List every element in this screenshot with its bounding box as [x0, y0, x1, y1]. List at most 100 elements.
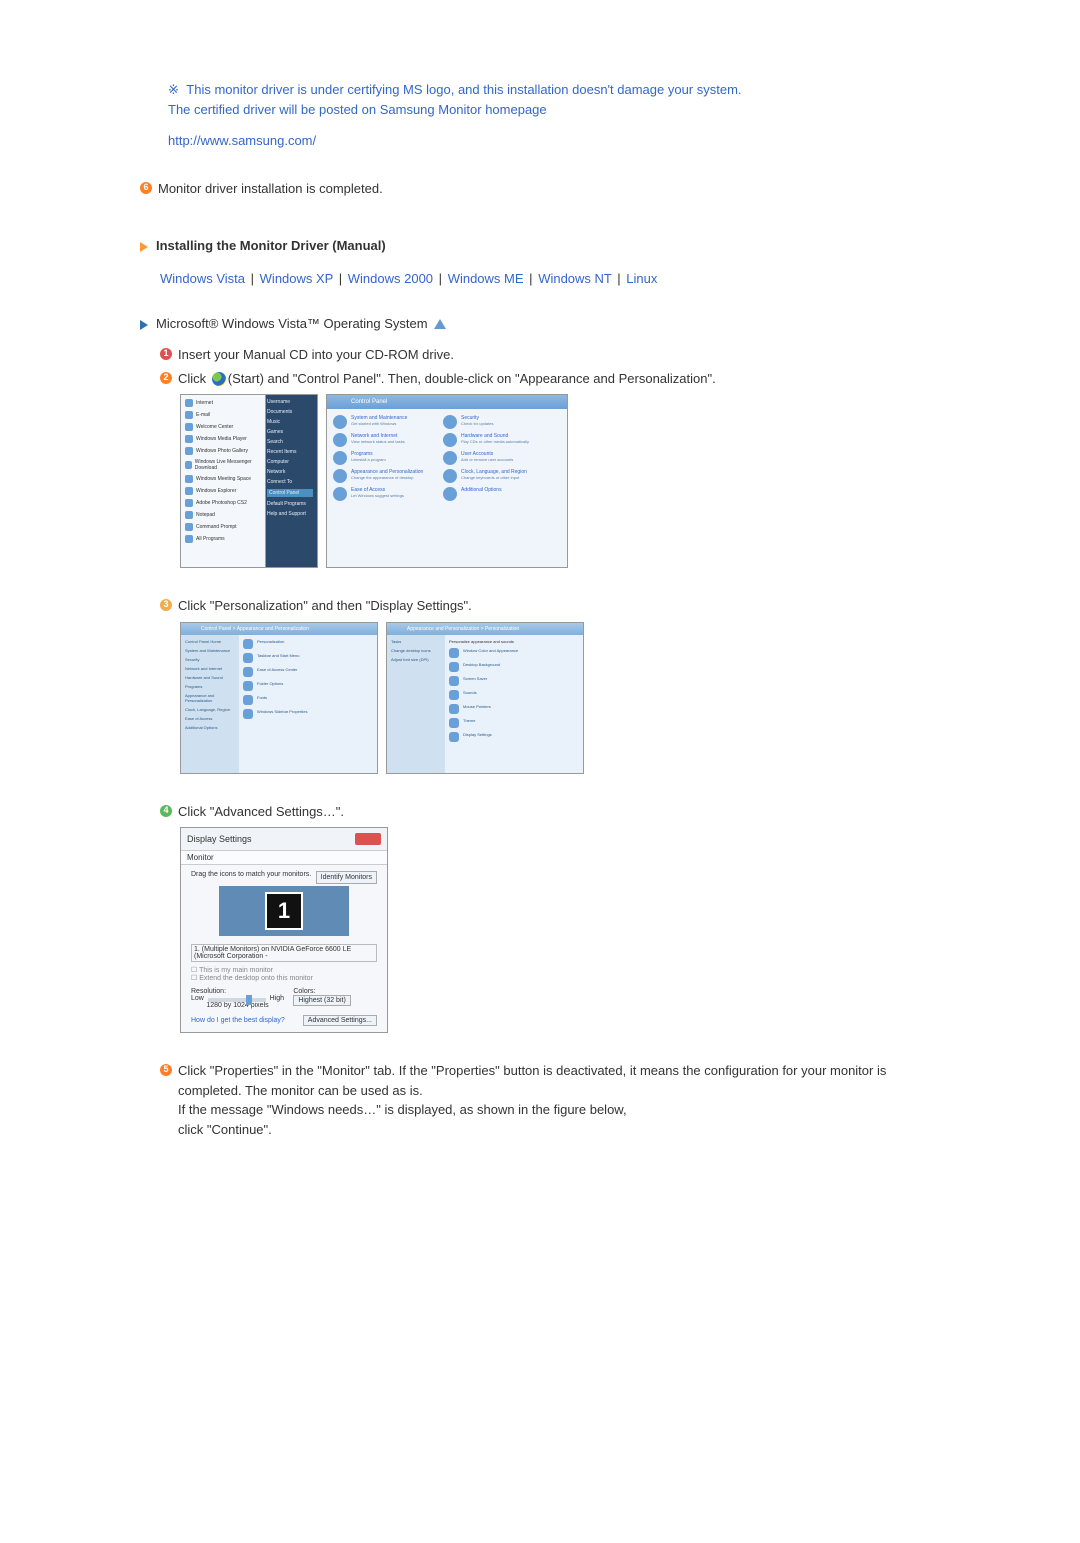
pz1-right-item: Windows Sidebar Properties: [243, 709, 373, 719]
advanced-settings-button: Advanced Settings...: [303, 1015, 377, 1026]
cancel-button: Cancel: [312, 1032, 344, 1033]
start-menu-item: Windows Live Messenger Download: [185, 459, 263, 471]
control-panel-item: Clock, Language, and RegionChange keyboa…: [443, 469, 543, 483]
note-line-2: The certified driver will be posted on S…: [168, 102, 547, 117]
start-menu-item: Internet: [185, 399, 263, 407]
start-menu-item: All Programs: [185, 535, 263, 543]
start-menu-right-item: Computer: [267, 459, 313, 465]
cp-body: System and MaintenanceGet started with W…: [327, 409, 567, 507]
start-menu-item: Welcome Center: [185, 423, 263, 431]
pz2-right-item: Screen Saver: [449, 676, 579, 686]
note-asterisk-icon: ※: [168, 82, 179, 97]
pz2-right-item: Display Settings: [449, 732, 579, 742]
back-to-top-icon[interactable]: [434, 319, 446, 329]
note-line-1: This monitor driver is under certifying …: [186, 82, 741, 97]
start-menu-right-item: Network: [267, 469, 313, 475]
link-windows-vista[interactable]: Windows Vista: [160, 271, 245, 286]
start-menu-right-item: Default Programs: [267, 501, 313, 507]
start-menu-item: Windows Explorer: [185, 487, 263, 495]
os-links-row: Windows Vista | Windows XP | Windows 200…: [160, 271, 940, 286]
ds-res-label: Resolution:: [191, 988, 284, 995]
link-windows-me[interactable]: Windows ME: [448, 271, 524, 286]
apply-button: Apply: [349, 1032, 377, 1033]
screenshot-personalization: Appearance and Personalization > Persona…: [386, 622, 584, 774]
start-menu-right-item: Recent Items: [267, 449, 313, 455]
step-2-row: 2 Click (Start) and "Control Panel". The…: [160, 369, 940, 389]
start-menu-right-item: Music: [267, 419, 313, 425]
screenshot-display-settings: Display Settings Monitor Drag the icons …: [180, 827, 388, 1033]
pz1-left-item: Clock, Language, Region: [185, 707, 235, 712]
pz2-right-item: Sounds: [449, 690, 579, 700]
step-6-row: 6 Monitor driver installation is complet…: [140, 179, 940, 199]
resolution-slider: [208, 998, 266, 1002]
pz2-right-item: Mouse Pointers: [449, 704, 579, 714]
ds-tab-monitor: Monitor: [181, 851, 387, 865]
pz1-left-item: Security: [185, 657, 235, 662]
ds-chk-extend: ☐ Extend the desktop onto this monitor: [191, 974, 377, 982]
step-6-text: Monitor driver installation is completed…: [158, 179, 940, 199]
start-menu-item: E-mail: [185, 411, 263, 419]
step-2-text: Click (Start) and "Control Panel". Then,…: [178, 369, 940, 389]
link-windows-2000[interactable]: Windows 2000: [348, 271, 433, 286]
pz1-title: Control Panel > Appearance and Personali…: [181, 623, 377, 635]
ds-high: High: [270, 995, 284, 1002]
step-2b: (Start) and "Control Panel". Then, doubl…: [228, 371, 716, 386]
control-panel-item: SecurityCheck for updates: [443, 415, 543, 429]
ds-preview-area: 1: [219, 886, 349, 936]
bullet-4-icon: 4: [160, 805, 172, 817]
screenshot-appearance-personalization: Control Panel > Appearance and Personali…: [180, 622, 378, 774]
start-menu-item: Windows Media Player: [185, 435, 263, 443]
ds-title-text: Display Settings: [187, 834, 252, 844]
ds-chk-main: ☐ This is my main monitor: [191, 966, 377, 974]
pz1-right-item: Personalization: [243, 639, 373, 649]
certifying-note: ※ This monitor driver is under certifyin…: [168, 80, 940, 151]
close-icon: [355, 833, 381, 845]
step-1-text: Insert your Manual CD into your CD-ROM d…: [178, 345, 940, 365]
vista-heading-row: Microsoft® Windows Vista™ Operating Syst…: [140, 316, 940, 331]
ds-body: Drag the icons to match your monitors. I…: [181, 865, 387, 1033]
colors-select: Highest (32 bit): [293, 995, 350, 1006]
control-panel-item: Ease of AccessLet Windows suggest settin…: [333, 487, 433, 501]
section-manual-title: Installing the Monitor Driver (Manual): [156, 238, 386, 253]
page-content: ※ This monitor driver is under certifyin…: [0, 0, 1080, 1543]
os-arrow-icon: [140, 320, 148, 330]
pz1-left-item: Control Panel Home: [185, 639, 235, 644]
start-menu-item: Notepad: [185, 511, 263, 519]
pz2-left: TasksChange desktop iconsAdjust font siz…: [387, 635, 445, 773]
start-menu-item: Windows Meeting Space: [185, 475, 263, 483]
ds-titlebar: Display Settings: [181, 828, 387, 851]
step-2a: Click: [178, 371, 210, 386]
pz1-left-item: Additional Options: [185, 725, 235, 730]
step-5-line2: If the message "Windows needs…" is displ…: [178, 1102, 627, 1117]
sep: |: [339, 271, 342, 286]
ok-button: OK: [286, 1032, 306, 1033]
section-manual-install: Installing the Monitor Driver (Manual): [140, 238, 940, 253]
link-linux[interactable]: Linux: [626, 271, 657, 286]
samsung-homepage-link[interactable]: http://www.samsung.com/: [168, 131, 940, 151]
bullet-6-icon: 6: [140, 182, 152, 194]
start-menu-right-item: Control Panel: [267, 489, 313, 497]
start-menu-right-item: Connect To: [267, 479, 313, 485]
cp-titlebar: Control Panel: [327, 395, 567, 409]
pz1-left: Control Panel Home System and Maintenance…: [181, 635, 239, 773]
section-arrow-icon: [140, 242, 148, 252]
step-3-row: 3 Click "Personalization" and then "Disp…: [160, 596, 940, 616]
link-windows-xp[interactable]: Windows XP: [260, 271, 333, 286]
step-5-row: 5 Click "Properties" in the "Monitor" ta…: [160, 1061, 940, 1139]
control-panel-item: Hardware and SoundPlay CDs or other medi…: [443, 433, 543, 447]
monitor-1-icon: 1: [265, 892, 303, 930]
screenshot-control-panel: Control Panel System and MaintenanceGet …: [326, 394, 568, 568]
pz2-right-item: Window Color and Appearance: [449, 648, 579, 658]
pz1-left-item: System and Maintenance: [185, 648, 235, 653]
ds-res-value: 1280 by 1024 pixels: [191, 1002, 284, 1009]
screenshot-start-menu: Internet E-mail Welcome Center Windows Medi…: [180, 394, 318, 568]
sep: |: [617, 271, 620, 286]
pz1-left-item: Ease of Access: [185, 716, 235, 721]
pz1-right-item: Fonts: [243, 695, 373, 705]
control-panel-item: Appearance and PersonalizationChange the…: [333, 469, 433, 483]
ds-col-label: Colors:: [293, 988, 377, 995]
start-menu-item: Windows Photo Gallery: [185, 447, 263, 455]
ds-low: Low: [191, 995, 204, 1002]
link-windows-nt[interactable]: Windows NT: [538, 271, 611, 286]
sep: |: [439, 271, 442, 286]
